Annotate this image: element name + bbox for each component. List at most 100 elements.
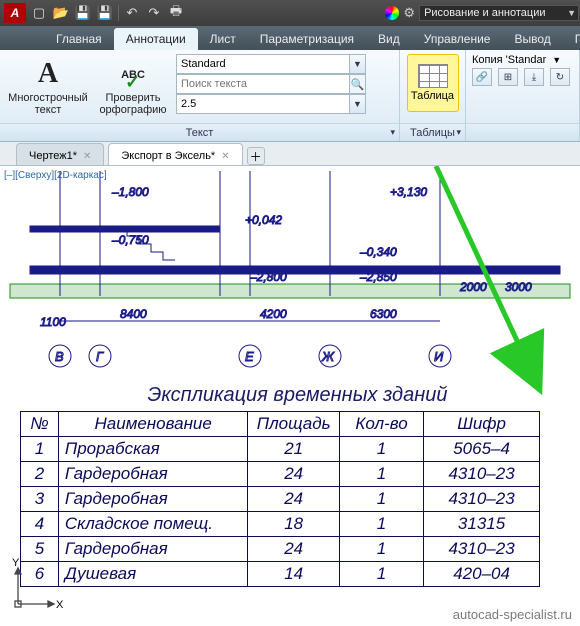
- drawing-canvas[interactable]: [–][Сверху][2D-каркас] +3,130 +0,042 –0,…: [0, 166, 580, 626]
- ucs-icon: X Y: [6, 556, 66, 616]
- gear-icon: ⚙: [403, 5, 415, 21]
- svg-text:X: X: [56, 599, 64, 611]
- svg-text:–1,800: –1,800: [111, 185, 149, 199]
- table-cell: 21: [248, 437, 339, 462]
- svg-text:8400: 8400: [120, 307, 147, 321]
- table-label: Таблица: [411, 90, 454, 102]
- tab-layout[interactable]: Лист: [198, 28, 248, 50]
- workspace-select[interactable]: Рисование и аннотации: [419, 5, 579, 21]
- find-text-input[interactable]: [176, 74, 350, 94]
- text-style-input[interactable]: [176, 54, 350, 74]
- text-height-select[interactable]: ▼: [176, 94, 366, 114]
- table-cell: 4310–23: [424, 537, 540, 562]
- expand-icon[interactable]: ▾: [390, 127, 395, 138]
- table-cell: 5065–4: [424, 437, 540, 462]
- table-row: 2Гардеробная2414310–23: [21, 462, 540, 487]
- tab-parametric[interactable]: Параметризация: [248, 28, 366, 50]
- undo-icon[interactable]: ↶: [123, 4, 141, 22]
- table-cell: 31315: [424, 512, 540, 537]
- svg-text:И: И: [434, 349, 444, 364]
- ribbon-panel: A Многострочный текст ABC✓ Проверить орф…: [0, 50, 580, 142]
- table-row: 3Гардеробная2414310–23: [21, 487, 540, 512]
- svg-text:Е: Е: [245, 349, 254, 364]
- file-tab[interactable]: Чертеж1* ✕: [16, 143, 104, 165]
- svg-text:1100: 1100: [40, 315, 66, 329]
- download-icon[interactable]: ⤓: [524, 68, 544, 86]
- close-icon[interactable]: ✕: [83, 151, 91, 162]
- section-drawing: +3,130 +0,042 –0,340 –1,800 –0,750 –2,80…: [0, 166, 580, 386]
- tab-view[interactable]: Вид: [366, 28, 412, 50]
- tab-output[interactable]: Вывод: [502, 28, 562, 50]
- print-icon[interactable]: 🖶: [167, 4, 185, 22]
- table-cell: 1: [339, 462, 423, 487]
- table-cell: Гардеробная: [58, 487, 248, 512]
- svg-text:Y: Y: [12, 557, 20, 569]
- svg-text:6300: 6300: [370, 307, 397, 321]
- table-cell: 24: [248, 487, 339, 512]
- refresh-icon[interactable]: ↻: [550, 68, 570, 86]
- ribbon-group-title[interactable]: Текст▾: [0, 123, 399, 141]
- table-cell: 1: [339, 537, 423, 562]
- saveas-icon[interactable]: 💾: [96, 4, 114, 22]
- text-height-input[interactable]: [176, 94, 350, 114]
- table-cell: 24: [248, 462, 339, 487]
- extract-icon[interactable]: ⊞: [498, 68, 518, 86]
- spellcheck-button[interactable]: ABC✓ Проверить орфографию: [94, 54, 172, 116]
- chevron-down-icon[interactable]: ▼: [552, 55, 561, 65]
- table-cell: 1: [339, 487, 423, 512]
- text-style-select[interactable]: ▼: [176, 54, 366, 74]
- link-icon[interactable]: 🔗: [472, 68, 492, 86]
- table-cell: Гардеробная: [58, 537, 248, 562]
- file-tab[interactable]: Экспорт в Эксель* ✕: [108, 143, 242, 165]
- table-cell: 1: [21, 437, 59, 462]
- table-row: 1Прорабская2115065–4: [21, 437, 540, 462]
- open-icon[interactable]: 📂: [52, 4, 70, 22]
- table-style-label: Копия 'Standar: [472, 54, 546, 66]
- expand-icon[interactable]: ▾: [456, 127, 461, 138]
- tab-annotations[interactable]: Аннотации: [114, 28, 198, 50]
- search-icon[interactable]: 🔍: [350, 74, 366, 94]
- col-header: №: [21, 412, 59, 437]
- tab-plugins[interactable]: Подкл: [563, 28, 580, 50]
- tab-main[interactable]: Главная: [44, 28, 114, 50]
- save-icon[interactable]: 💾: [74, 4, 92, 22]
- table-cell: 24: [248, 537, 339, 562]
- col-header: Наименование: [58, 412, 248, 437]
- chevron-down-icon: ▼: [350, 94, 366, 114]
- table-icon: [418, 64, 448, 88]
- new-icon[interactable]: ▢: [30, 4, 48, 22]
- table-row: 6Душевая141420–04: [21, 562, 540, 587]
- svg-text:–0,340: –0,340: [359, 245, 397, 259]
- svg-text:Ж: Ж: [321, 349, 335, 364]
- chevron-down-icon: ▼: [350, 54, 366, 74]
- table-cell: 14: [248, 562, 339, 587]
- redo-icon[interactable]: ↷: [145, 4, 163, 22]
- col-header: Шифр: [424, 412, 540, 437]
- workspace-switcher[interactable]: ⚙ Рисование и аннотации ▼: [385, 5, 576, 21]
- svg-text:+3,130: +3,130: [390, 185, 427, 199]
- ribbon-group-title[interactable]: Таблицы▾: [400, 123, 465, 141]
- mtext-button[interactable]: A Многострочный текст: [6, 54, 90, 116]
- table-button[interactable]: Таблица: [407, 54, 459, 112]
- table-cell: Гардеробная: [58, 462, 248, 487]
- find-text[interactable]: 🔍: [176, 74, 366, 94]
- svg-text:–2,850: –2,850: [359, 270, 397, 284]
- table-cell: 3: [21, 487, 59, 512]
- table-cell: Душевая: [58, 562, 248, 587]
- table-cell: Складское помещ.: [58, 512, 248, 537]
- table-cell: 4310–23: [424, 462, 540, 487]
- svg-text:3000: 3000: [505, 280, 532, 294]
- tab-manage[interactable]: Управление: [412, 28, 503, 50]
- new-tab-button[interactable]: ＋: [247, 147, 265, 165]
- close-icon[interactable]: ✕: [221, 151, 229, 162]
- data-table: № Наименование Площадь Кол-во Шифр 1Прор…: [20, 411, 540, 587]
- app-logo[interactable]: A: [4, 3, 26, 23]
- col-header: Кол-во: [339, 412, 423, 437]
- svg-text:В: В: [55, 349, 64, 364]
- table-row: 4Складское помещ.18131315: [21, 512, 540, 537]
- mtext-icon: A: [38, 58, 58, 90]
- file-tab-label: Экспорт в Эксель*: [121, 150, 215, 162]
- table-row: 5Гардеробная2414310–23: [21, 537, 540, 562]
- svg-text:4200: 4200: [260, 307, 287, 321]
- explication-table: Экспликация временных зданий № Наименова…: [20, 384, 575, 587]
